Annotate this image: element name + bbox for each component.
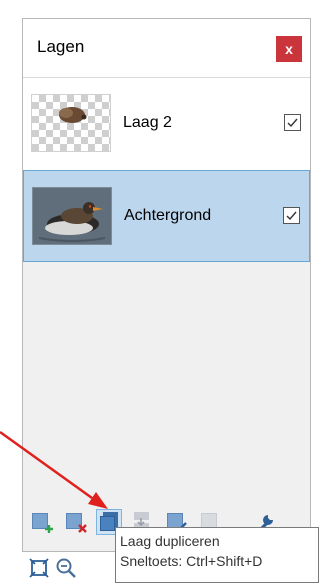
layer-thumbnail (32, 187, 112, 245)
layer-visibility-checkbox[interactable] (283, 207, 300, 224)
delete-layer-button[interactable] (63, 509, 89, 535)
layer-thumbnail (31, 94, 111, 152)
add-layer-button[interactable] (29, 509, 55, 535)
fit-to-window-icon[interactable] (29, 558, 49, 578)
checkmark-icon (287, 118, 298, 128)
checkmark-icon (286, 211, 297, 221)
panel-header: Lagen x (23, 19, 310, 78)
layer-visibility-checkbox[interactable] (284, 114, 301, 131)
layer-name: Achtergrond (124, 207, 212, 224)
hedgehog-thumbnail-image (59, 107, 87, 123)
tooltip-title: Laag dupliceren (120, 533, 220, 549)
layer-row-laag-2[interactable]: Laag 2 (23, 78, 310, 170)
duck-thumbnail-image (33, 188, 111, 244)
layer-name: Laag 2 (123, 114, 172, 131)
zoom-out-icon[interactable] (55, 557, 77, 579)
add-layer-icon (32, 513, 53, 533)
layer-row-achtergrond[interactable]: Achtergrond (23, 170, 310, 262)
tooltip-shortcut: Sneltoets: Ctrl+Shift+D (120, 553, 263, 569)
layers-panel: Lagen x Laag 2 Achtergrond (22, 18, 311, 552)
tooltip: Laag dupliceren Sneltoets: Ctrl+Shift+D (115, 527, 319, 583)
delete-layer-icon (66, 513, 87, 533)
close-button[interactable]: x (276, 36, 302, 62)
app-bottom-toolbar (22, 552, 122, 583)
panel-title: Lagen (37, 37, 85, 56)
